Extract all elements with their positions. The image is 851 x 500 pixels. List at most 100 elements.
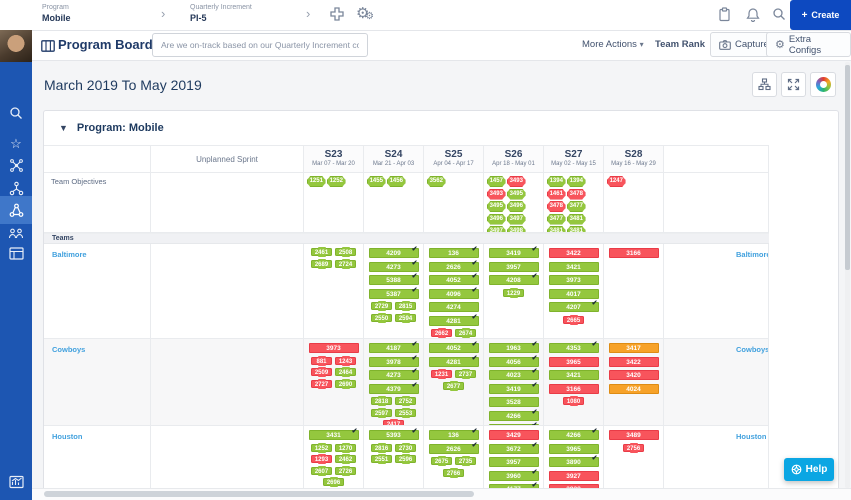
- objective-chip[interactable]: 3481: [567, 213, 586, 225]
- sprint-column-header[interactable]: S25 Apr 04 - Apr 17: [424, 146, 484, 172]
- story-card[interactable]: 2735: [455, 456, 476, 466]
- sidebar-reports-icon[interactable]: [8, 474, 24, 490]
- story-card[interactable]: 2551: [371, 454, 392, 464]
- objective-chip[interactable]: 1394: [547, 176, 566, 187]
- story-card[interactable]: 2597: [371, 407, 392, 418]
- objective-chip[interactable]: 3493: [487, 188, 506, 200]
- feature-bar[interactable]: 4096 ✔: [428, 287, 479, 299]
- story-card[interactable]: 2815: [395, 301, 416, 311]
- feature-bar[interactable]: 3420: [608, 370, 659, 380]
- story-card[interactable]: 2752: [395, 396, 416, 406]
- feature-bar[interactable]: 3960 ✔: [488, 469, 539, 481]
- feature-bar[interactable]: 1963 ✔: [488, 341, 539, 353]
- feature-bar[interactable]: 4266 ✔: [548, 428, 599, 440]
- sprint-column-header[interactable]: S26 Apr 18 - May 01: [484, 146, 544, 172]
- objective-chip[interactable]: 3496: [507, 201, 526, 212]
- story-card[interactable]: 2737: [455, 369, 476, 379]
- story-card[interactable]: 2417: [383, 419, 404, 425]
- feature-bar[interactable]: 3973: [548, 275, 599, 285]
- team-link[interactable]: Baltimore: [664, 245, 768, 259]
- feature-bar[interactable]: 3957: [488, 261, 539, 272]
- objective-chip[interactable]: 3497: [507, 213, 526, 225]
- objective-chip[interactable]: 3477: [547, 213, 566, 225]
- story-card[interactable]: 2729: [371, 301, 392, 311]
- feature-bar[interactable]: 3927: [548, 470, 599, 481]
- feature-bar[interactable]: 4052 ✔: [428, 341, 479, 353]
- feature-bar[interactable]: 5393 ✔: [368, 428, 419, 440]
- clipboard-icon[interactable]: [718, 7, 731, 27]
- team-link[interactable]: Cowboys: [664, 340, 768, 354]
- objective-chip[interactable]: 3481: [547, 226, 566, 232]
- sidebar-search-icon[interactable]: [8, 105, 24, 121]
- feature-bar[interactable]: 3528: [488, 397, 539, 407]
- feature-bar[interactable]: 4207 ✔: [548, 300, 599, 312]
- story-card[interactable]: 2674: [455, 328, 476, 338]
- team-rank-link[interactable]: Team Rank: [655, 39, 705, 50]
- bell-icon[interactable]: [746, 7, 760, 27]
- legend-button[interactable]: [810, 72, 836, 97]
- feature-bar[interactable]: 3419 ✔: [488, 246, 539, 258]
- feature-bar[interactable]: 136 ✔: [428, 246, 479, 258]
- story-card[interactable]: 2766: [443, 467, 464, 478]
- sprint-column-header[interactable]: S23 Mar 07 - Mar 20: [304, 146, 364, 172]
- feature-bar[interactable]: 4208✔: [488, 273, 539, 285]
- feature-bar[interactable]: 4273 ✔: [368, 260, 419, 272]
- sidebar-program-board-icon[interactable]: [8, 202, 24, 218]
- objective-chip[interactable]: 3495: [487, 201, 506, 212]
- story-card[interactable]: 2727: [311, 378, 332, 389]
- feature-bar[interactable]: 4056 ✔: [488, 355, 539, 367]
- program-section-header[interactable]: ▼ Program: Mobile: [44, 111, 838, 145]
- story-card[interactable]: 1293: [311, 454, 332, 464]
- avatar[interactable]: [0, 30, 32, 62]
- story-card[interactable]: 1231: [431, 369, 452, 379]
- story-card[interactable]: 1080: [563, 396, 584, 406]
- sprint-column-header[interactable]: S28 May 16 - May 29: [604, 146, 664, 172]
- feature-bar[interactable]: 4281 ✔: [428, 314, 479, 326]
- team-link[interactable]: Baltimore: [44, 245, 87, 259]
- breadcrumb-program[interactable]: Program Mobile: [42, 4, 71, 23]
- story-card[interactable]: 2550: [371, 312, 392, 323]
- hierarchy-view-button[interactable]: [752, 72, 777, 97]
- story-card[interactable]: 1229: [503, 287, 524, 298]
- board-question-input[interactable]: [152, 33, 368, 57]
- feature-bar[interactable]: 4187 ✔: [368, 341, 419, 353]
- feature-bar[interactable]: 3166: [548, 383, 599, 394]
- objective-chip[interactable]: 1456: [387, 176, 406, 187]
- feature-bar[interactable]: 3431 ✔: [308, 428, 359, 440]
- objective-chip[interactable]: 3497: [487, 226, 506, 232]
- feature-bar[interactable]: 3417: [608, 343, 659, 353]
- horizontal-scrollbar-thumb[interactable]: [44, 491, 474, 497]
- story-card[interactable]: 881: [311, 355, 332, 366]
- fullscreen-button[interactable]: [781, 72, 806, 97]
- feature-bar[interactable]: 4281 ✔: [428, 355, 479, 367]
- feature-bar[interactable]: 136 ✔: [428, 428, 479, 440]
- sidebar-backlog-icon[interactable]: [8, 245, 24, 261]
- story-card[interactable]: 2464: [335, 367, 356, 377]
- feature-bar[interactable]: 3422: [608, 356, 659, 367]
- search-icon[interactable]: [772, 7, 786, 26]
- story-card[interactable]: 1243: [335, 355, 356, 366]
- sprint-column-header[interactable]: S27 May 02 - May 15: [544, 146, 604, 172]
- create-button[interactable]: + Create: [790, 0, 851, 30]
- story-card[interactable]: 2816: [371, 442, 392, 453]
- feature-bar[interactable]: 3965: [548, 443, 599, 454]
- objective-chip[interactable]: 3496: [487, 213, 506, 225]
- feature-bar[interactable]: 3421: [548, 261, 599, 272]
- story-card[interactable]: 1252: [311, 442, 332, 453]
- feature-bar[interactable]: 3421: [548, 370, 599, 380]
- feature-bar[interactable]: 4379 ✔: [368, 382, 419, 394]
- vertical-scrollbar[interactable]: [845, 62, 850, 488]
- objective-chip[interactable]: 1461: [547, 188, 566, 200]
- objective-chip[interactable]: 1455: [367, 176, 386, 187]
- feature-bar[interactable]: 2626 ✔: [428, 442, 479, 454]
- sidebar-hierarchy-icon[interactable]: [8, 180, 24, 196]
- objective-chip[interactable]: 3495: [507, 188, 526, 200]
- feature-bar[interactable]: 3978 ✔: [368, 355, 419, 367]
- gears-icon[interactable]: ⚙ ⚙: [356, 5, 382, 25]
- feature-bar[interactable]: 3419 ✔: [488, 382, 539, 394]
- story-card[interactable]: 2818: [371, 396, 392, 406]
- feature-bar[interactable]: 4273 ✔: [368, 368, 419, 380]
- objective-chip[interactable]: 3562: [427, 176, 446, 187]
- feature-bar[interactable]: 3422: [548, 248, 599, 258]
- story-card[interactable]: 2662: [431, 328, 452, 338]
